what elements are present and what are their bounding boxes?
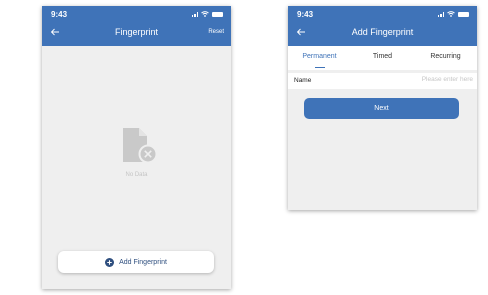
tab-label: Timed (372, 53, 393, 60)
signal-icon (437, 11, 444, 17)
page-title: Fingerprint (114, 27, 159, 37)
wifi-icon (447, 11, 455, 17)
plus-circle-icon (105, 257, 115, 267)
tab-label: Recurring (430, 53, 461, 60)
add-fingerprint-screen: 9:43 Add Fingerprint Permanent Timed Rec… (288, 6, 477, 210)
add-fingerprint-label: Add Fingerprint (119, 258, 167, 266)
app-bar: 9:43 Add Fingerprint (288, 6, 477, 46)
status-icons (191, 11, 223, 17)
app-bar: 9:43 Fingerprint Reset (42, 6, 231, 46)
stage: 9:43 Fingerprint Reset No Data Add Finge… (0, 0, 488, 295)
signal-icon (191, 11, 198, 17)
empty-state-text: No Data (125, 172, 148, 178)
add-fingerprint-button[interactable]: Add Fingerprint (58, 251, 214, 273)
tab-permanent[interactable]: Permanent (288, 46, 351, 70)
next-button[interactable]: Next (304, 98, 459, 119)
page-title: Add Fingerprint (351, 27, 414, 37)
tab-label: Permanent (302, 53, 337, 60)
wifi-icon (201, 11, 209, 17)
tab-timed[interactable]: Timed (351, 46, 414, 70)
reset-button[interactable]: Reset (208, 29, 224, 35)
status-time: 9:43 (297, 10, 314, 19)
empty-document-icon (123, 128, 157, 164)
tab-recurring[interactable]: Recurring (414, 46, 477, 70)
active-tab-indicator (314, 66, 325, 68)
mode-tabs: Permanent Timed Recurring (288, 46, 477, 70)
battery-icon (212, 11, 223, 17)
status-time: 9:43 (51, 10, 68, 19)
battery-icon (458, 11, 469, 17)
status-icons (437, 11, 469, 17)
name-row: Name (288, 73, 477, 89)
fingerprint-list-screen: 9:43 Fingerprint Reset No Data Add Finge… (42, 6, 231, 289)
name-label: Name (294, 77, 312, 84)
name-input[interactable] (363, 76, 473, 83)
